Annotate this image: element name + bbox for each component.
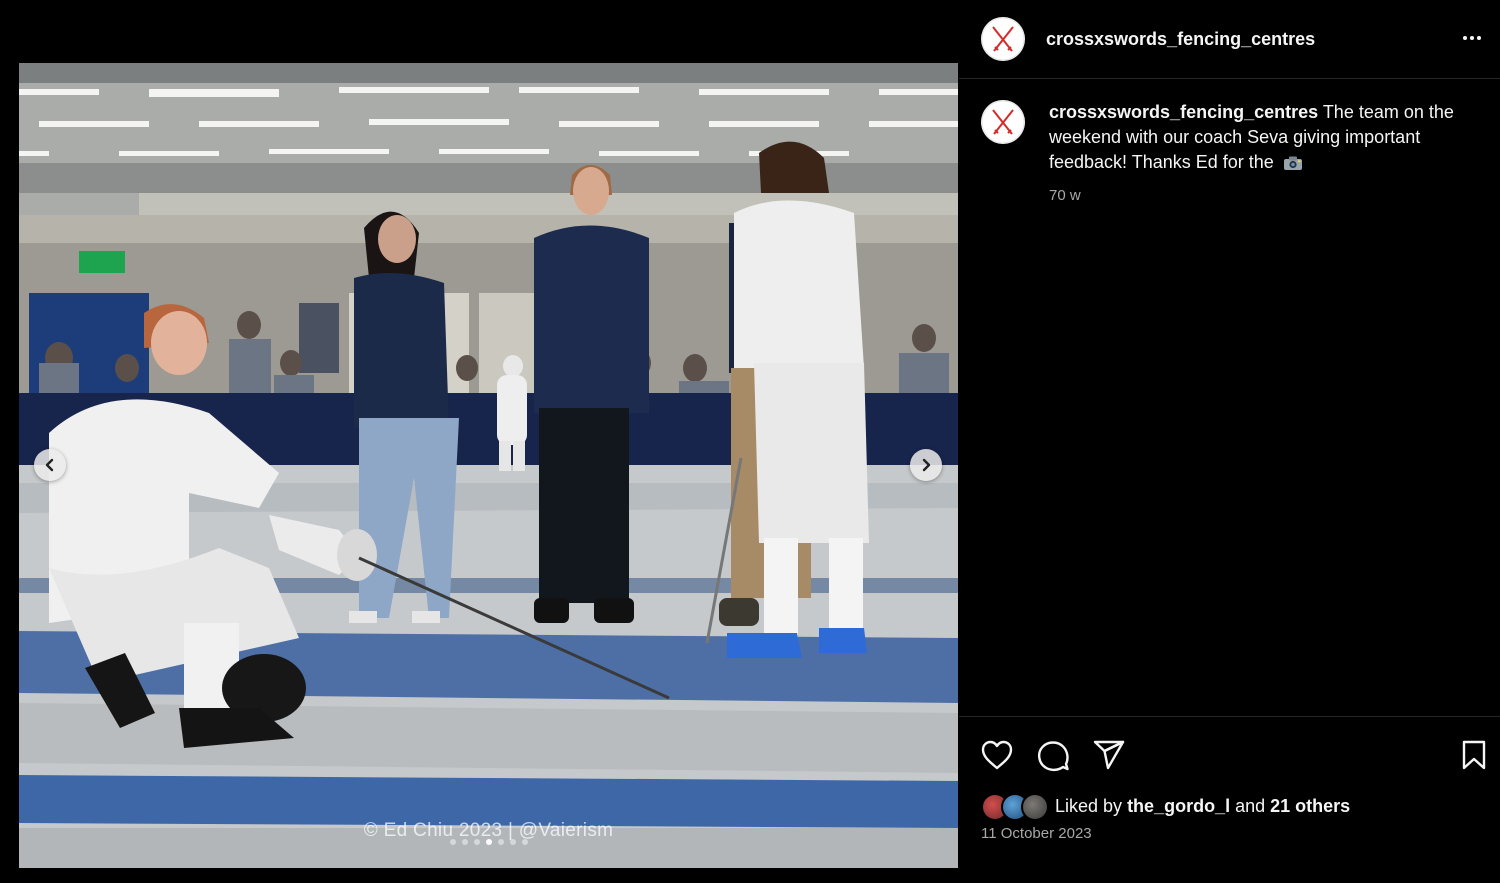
send-icon — [1093, 740, 1125, 770]
comment-icon — [1037, 741, 1069, 772]
post-photo — [19, 63, 958, 868]
carousel-dot — [521, 839, 528, 845]
likes-others-link[interactable]: 21 others — [1270, 796, 1350, 816]
save-button[interactable] — [1456, 737, 1492, 773]
likes-text: Liked by the_gordo_l and 21 others — [1055, 796, 1350, 817]
likes-prefix: Liked by — [1055, 795, 1123, 816]
carousel-dot — [497, 839, 504, 845]
caption-body: crossxswords_fencing_centres The team on… — [1049, 100, 1469, 208]
likes-conjunction: and — [1235, 795, 1266, 816]
heart-icon — [981, 740, 1013, 770]
carousel-prev-button[interactable] — [34, 449, 66, 481]
likes-summary: Liked by the_gordo_l and 21 others — [981, 793, 1350, 821]
carousel-dot — [509, 839, 516, 845]
crossed-swords-logo-icon — [981, 17, 1025, 61]
carousel-dot — [449, 839, 456, 845]
more-icon — [1463, 36, 1467, 40]
crossed-swords-logo-icon — [981, 100, 1025, 144]
action-bar — [979, 737, 1127, 773]
caption-timestamp[interactable]: 70 w — [1049, 183, 1469, 208]
post-actions-section: Liked by the_gordo_l and 21 others 11 Oc… — [959, 716, 1500, 883]
carousel-indicator — [19, 839, 958, 845]
chevron-left-icon — [45, 458, 54, 472]
liker-avatars[interactable] — [981, 793, 1051, 821]
post-caption: crossxswords_fencing_centres The team on… — [981, 100, 1481, 208]
profile-avatar[interactable] — [981, 17, 1025, 61]
carousel-dot — [461, 839, 468, 845]
chevron-right-icon — [922, 458, 931, 472]
bookmark-icon — [1462, 740, 1486, 770]
liked-by-user-link[interactable]: the_gordo_l — [1127, 796, 1230, 816]
like-button[interactable] — [979, 737, 1015, 773]
post-date[interactable]: 11 October 2023 — [981, 825, 1092, 842]
carousel-dot — [473, 839, 480, 845]
carousel-dot — [485, 839, 492, 845]
post-header: crossxswords_fencing_centres — [959, 0, 1500, 79]
post-sidebar: crossxswords_fencing_centres crossxsword… — [959, 0, 1500, 882]
camera-icon — [1283, 156, 1302, 170]
caption-avatar[interactable] — [981, 100, 1025, 144]
carousel-next-button[interactable] — [910, 449, 942, 481]
avatar — [1021, 793, 1049, 821]
comment-button[interactable] — [1035, 737, 1071, 773]
share-button[interactable] — [1091, 737, 1127, 773]
caption-username[interactable]: crossxswords_fencing_centres — [1049, 102, 1318, 122]
post-media[interactable]: © Ed Chiu 2023 | @Vaierism — [19, 63, 958, 868]
more-options-button[interactable] — [1458, 24, 1486, 52]
header-username[interactable]: crossxswords_fencing_centres — [1046, 29, 1315, 50]
